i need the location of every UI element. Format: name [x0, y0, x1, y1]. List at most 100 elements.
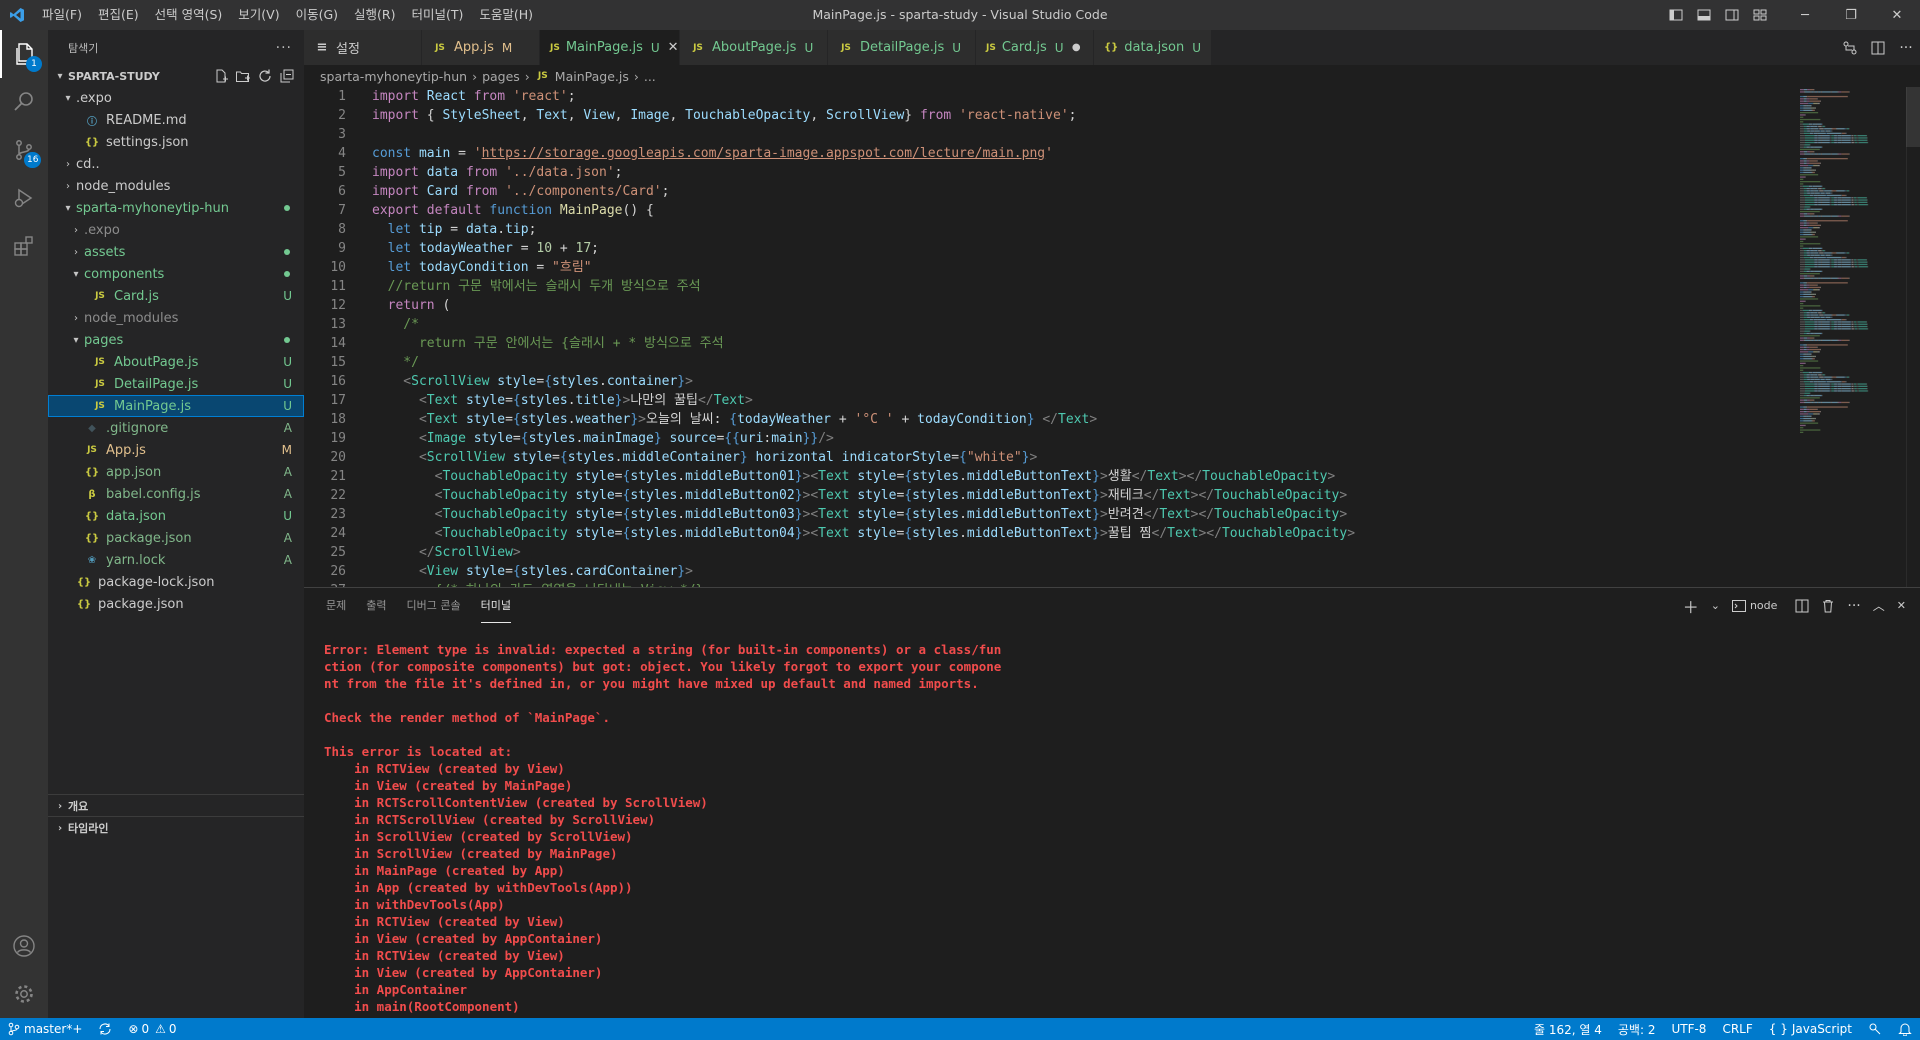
- breadcrumb-item[interactable]: pages: [482, 69, 520, 84]
- close-tab-icon[interactable]: ✕: [668, 40, 679, 55]
- menu-item[interactable]: 편집(E): [90, 0, 147, 30]
- tree-item[interactable]: ◆ .gitignore A: [48, 417, 304, 439]
- problems-indicator[interactable]: ⊗ 0 ⚠ 0: [120, 1022, 184, 1036]
- menu-item[interactable]: 도움말(H): [471, 0, 541, 30]
- feedback-icon[interactable]: [1860, 1022, 1890, 1036]
- editor-tab[interactable]: JS App.js M: [422, 30, 540, 65]
- editor-tab[interactable]: ≡ 설정: [304, 30, 422, 65]
- tree-item[interactable]: JS Card.js U: [48, 285, 304, 307]
- open-changes-icon[interactable]: [1836, 40, 1864, 56]
- minimize-icon[interactable]: ─: [1782, 0, 1828, 30]
- tree-item[interactable]: {} package.json: [48, 593, 304, 615]
- panel-tab[interactable]: 터미널: [480, 588, 511, 623]
- tree-item[interactable]: › node_modules: [48, 307, 304, 329]
- toggle-secondary-sidebar-icon[interactable]: [1718, 0, 1746, 30]
- menu-item[interactable]: 파일(F): [34, 0, 90, 30]
- breadcrumb-item[interactable]: ...: [644, 69, 656, 84]
- tree-item[interactable]: {} app.json A: [48, 461, 304, 483]
- more-actions-icon[interactable]: ···: [1847, 598, 1860, 614]
- tree-item[interactable]: {} data.json U: [48, 505, 304, 527]
- panel-tab[interactable]: 디버그 콘솔: [407, 588, 461, 623]
- terminal-selector[interactable]: node: [1731, 599, 1783, 612]
- tree-item[interactable]: JS App.js M: [48, 439, 304, 461]
- tree-item[interactable]: {} package.json A: [48, 527, 304, 549]
- status-dot-icon: [284, 249, 290, 255]
- close-window-icon[interactable]: ✕: [1874, 0, 1920, 30]
- restore-icon[interactable]: ❐: [1828, 0, 1874, 30]
- editor-tab[interactable]: {} data.json U: [1094, 30, 1212, 65]
- tree-item[interactable]: JS DetailPage.js U: [48, 373, 304, 395]
- editor-scrollbar[interactable]: [1906, 87, 1920, 587]
- accounts-icon[interactable]: [0, 922, 48, 970]
- editor-tab[interactable]: JS DetailPage.js U: [828, 30, 976, 65]
- menu-item[interactable]: 보기(V): [230, 0, 287, 30]
- split-terminal-icon[interactable]: [1795, 599, 1809, 613]
- tree-item[interactable]: ⓘ README.md: [48, 109, 304, 131]
- editor-tab[interactable]: JS Card.js U ●: [976, 30, 1094, 65]
- trash-icon[interactable]: [1821, 599, 1835, 613]
- git-branch[interactable]: master*+: [0, 1022, 90, 1036]
- split-editor-icon[interactable]: [1864, 40, 1892, 56]
- tree-item[interactable]: JS AboutPage.js U: [48, 351, 304, 373]
- toggle-panel-icon[interactable]: [1690, 0, 1718, 30]
- terminal-output[interactable]: Error: Element type is invalid: expected…: [324, 641, 1001, 1015]
- tree-item[interactable]: ▾ pages: [48, 329, 304, 351]
- outline-label: 개요: [68, 800, 89, 813]
- tree-item[interactable]: ▾ components: [48, 263, 304, 285]
- tree-item[interactable]: › .expo: [48, 219, 304, 241]
- tree-item[interactable]: › node_modules: [48, 175, 304, 197]
- minimap[interactable]: [1796, 87, 1906, 587]
- panel-tab[interactable]: 출력: [366, 588, 386, 623]
- tree-item[interactable]: JS MainPage.js U: [48, 395, 304, 417]
- tree-item[interactable]: {} settings.json: [48, 131, 304, 153]
- tree-item[interactable]: › cd..: [48, 153, 304, 175]
- search-icon[interactable]: [0, 78, 48, 126]
- new-file-icon[interactable]: [210, 68, 232, 84]
- chevron-down-icon[interactable]: ⌄: [1711, 599, 1720, 612]
- extensions-icon[interactable]: [0, 222, 48, 270]
- encoding[interactable]: UTF-8: [1663, 1022, 1714, 1036]
- tree-item[interactable]: ▾ sparta-myhoneytip-hun: [48, 197, 304, 219]
- language-mode[interactable]: { } JavaScript: [1761, 1022, 1860, 1036]
- run-debug-icon[interactable]: [0, 174, 48, 222]
- menu-item[interactable]: 선택 영역(S): [147, 0, 231, 30]
- collapse-all-icon[interactable]: [276, 68, 298, 84]
- editor-tab[interactable]: JS MainPage.js U ✕: [540, 30, 680, 65]
- maximize-panel-icon[interactable]: ︿: [1873, 597, 1885, 614]
- toggle-primary-sidebar-icon[interactable]: [1662, 0, 1690, 30]
- panel-tab[interactable]: 문제: [326, 588, 346, 623]
- tree-item[interactable]: › assets: [48, 241, 304, 263]
- notifications-bell-icon[interactable]: [1890, 1022, 1920, 1036]
- code-editor[interactable]: 1 import React from 'react'; 2 import { Sty…: [304, 87, 1920, 587]
- editor-tab[interactable]: JS AboutPage.js U: [680, 30, 828, 65]
- line-ending[interactable]: CRLF: [1714, 1022, 1760, 1036]
- close-panel-icon[interactable]: ✕: [1897, 599, 1906, 612]
- new-folder-icon[interactable]: [232, 68, 254, 84]
- breadcrumb-item[interactable]: MainPage.js: [555, 69, 629, 84]
- source-control-icon[interactable]: 16: [0, 126, 48, 174]
- indentation[interactable]: 공백: 2: [1610, 1021, 1664, 1038]
- workspace-root[interactable]: ▾ SPARTA-STUDY: [48, 65, 304, 87]
- cursor-position[interactable]: 줄 162, 열 4: [1526, 1021, 1610, 1038]
- menu-item[interactable]: 실행(R): [346, 0, 403, 30]
- more-actions-icon[interactable]: ···: [1892, 40, 1920, 56]
- menu-item[interactable]: 터미널(T): [404, 0, 472, 30]
- new-terminal-icon[interactable]: ＋: [1683, 594, 1699, 618]
- timeline-section[interactable]: › 타임라인: [48, 816, 304, 839]
- tree-item[interactable]: {} package-lock.json: [48, 571, 304, 593]
- tree-item[interactable]: ❀ yarn.lock A: [48, 549, 304, 571]
- explorer-icon[interactable]: 1: [0, 30, 48, 78]
- more-actions-icon[interactable]: ···: [276, 40, 292, 56]
- sync-icon[interactable]: [90, 1022, 120, 1036]
- settings-gear-icon[interactable]: [0, 970, 48, 1018]
- code-token: ></: [1178, 469, 1203, 484]
- refresh-icon[interactable]: [254, 68, 276, 84]
- unsaved-dot-icon[interactable]: ●: [1072, 42, 1081, 53]
- scrollbar-thumb[interactable]: [1906, 87, 1920, 147]
- tree-item[interactable]: ▾ .expo: [48, 87, 304, 109]
- outline-section[interactable]: › 개요: [48, 794, 304, 817]
- breadcrumb-item[interactable]: sparta-myhoneytip-hun: [320, 69, 467, 84]
- customize-layout-icon[interactable]: [1746, 0, 1774, 30]
- menu-item[interactable]: 이동(G): [288, 0, 346, 30]
- tree-item[interactable]: β babel.config.js A: [48, 483, 304, 505]
